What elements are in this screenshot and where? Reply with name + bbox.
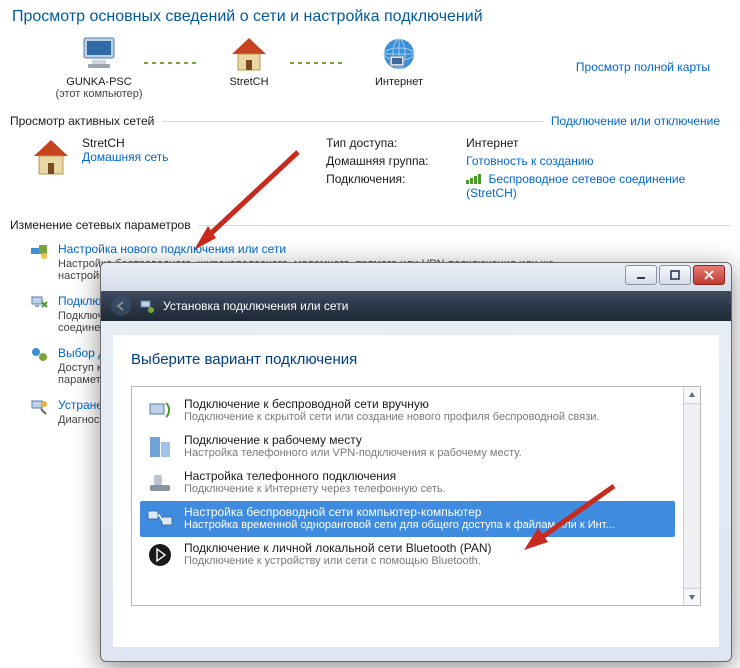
minimize-button[interactable] [625,265,657,285]
map-node-label: StretCH [194,76,304,88]
bluetooth-icon [146,541,174,569]
active-network-name: StretCH [82,136,168,150]
dialog-toolbar: Установка подключения или сети [101,291,731,321]
homegroup-icon [30,346,48,364]
active-network-type-link[interactable]: Домашняя сеть [82,150,168,164]
map-node-label: GUNKA-PSC [44,76,154,88]
option-adhoc-wireless[interactable]: Настройка беспроводной сети компьютер-ко… [140,501,675,537]
map-node-sublabel: (этот компьютер) [44,88,154,100]
house-icon [228,34,270,74]
option-title: Подключение к личной локальной сети Blue… [184,541,492,555]
map-node-this-pc[interactable]: GUNKA-PSC (этот компьютер) [44,34,154,100]
detail-connection-link[interactable]: Беспроводное сетевое соединение (StretCH… [466,172,685,200]
house-icon [30,136,72,178]
detail-connections-label: Подключения: [326,172,466,200]
map-node-label: Интернет [344,76,454,88]
wizard-icon [139,298,155,314]
map-connector [290,62,346,64]
connection-options-list: Подключение к беспроводной сети вручнуюП… [131,386,701,606]
dialog-heading: Выберите вариант подключения [131,351,701,368]
scroll-up-button[interactable] [684,387,700,404]
option-title: Настройка телефонного подключения [184,469,446,483]
page-title: Просмотр основных сведений о сети и наст… [12,8,730,26]
dialog-toolbar-title: Установка подключения или сети [163,299,348,313]
option-dialup[interactable]: Настройка телефонного подключенияПодключ… [140,465,675,501]
option-workplace[interactable]: Подключение к рабочему местуНастройка те… [140,429,675,465]
workplace-icon [146,433,174,461]
connection-wizard-icon [30,242,48,260]
connect-disconnect-link[interactable]: Подключение или отключение [551,114,720,128]
signal-strength-icon [466,174,481,184]
option-sub: Настройка временной одноранговой сети дл… [184,519,615,531]
option-title: Подключение к беспроводной сети вручную [184,397,599,411]
scroll-down-button[interactable] [684,588,700,605]
connect-icon [30,294,48,312]
computer-icon [78,34,120,74]
adhoc-icon [146,505,174,533]
option-sub: Подключение к устройству или сети с помо… [184,555,492,567]
network-map: GUNKA-PSC (этот компьютер) StretCH Интер… [10,34,730,100]
map-node-router[interactable]: StretCH [194,34,304,88]
option-bluetooth-pan[interactable]: Подключение к личной локальной сети Blue… [140,537,675,573]
option-manual-wireless[interactable]: Подключение к беспроводной сети вручнуюП… [140,393,675,429]
detail-homegroup-label: Домашняя группа: [326,154,466,168]
detail-homegroup-link[interactable]: Готовность к созданию [466,154,730,168]
divider [162,121,543,122]
wireless-icon [146,397,174,425]
task-title: Настройка нового подключения или сети [58,242,578,256]
detail-access-label: Тип доступа: [326,136,466,150]
option-title: Подключение к рабочему месту [184,433,522,447]
phone-icon [146,469,174,497]
back-button[interactable] [111,296,131,316]
connection-wizard-dialog: Установка подключения или сети Выберите … [100,262,732,662]
dialog-titlebar[interactable] [101,263,731,291]
close-button[interactable] [693,265,725,285]
divider [199,225,730,226]
map-connector [144,62,200,64]
change-settings-heading: Изменение сетевых параметров [10,218,191,232]
detail-access-value: Интернет [466,136,730,150]
globe-icon [378,34,420,74]
troubleshoot-icon [30,398,48,416]
option-sub: Настройка телефонного или VPN-подключени… [184,447,522,459]
option-title: Настройка беспроводной сети компьютер-ко… [184,505,615,519]
option-sub: Подключение к Интернету через телефонную… [184,483,446,495]
maximize-button[interactable] [659,265,691,285]
map-node-internet[interactable]: Интернет [344,34,454,88]
option-sub: Подключение к скрытой сети или создание … [184,411,599,423]
scrollbar[interactable] [683,387,700,605]
view-full-map-link[interactable]: Просмотр полной карты [576,60,710,74]
active-networks-heading: Просмотр активных сетей [10,114,154,128]
